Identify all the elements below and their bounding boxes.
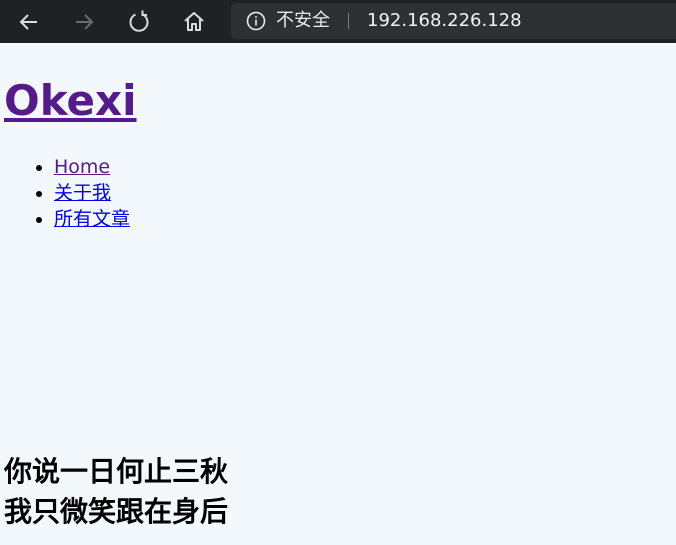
browser-toolbar: 不安全 192.168.226.128 [0, 0, 676, 43]
back-button[interactable] [13, 6, 45, 38]
home-icon [184, 12, 204, 31]
info-circle-icon[interactable] [245, 10, 267, 32]
address-bar[interactable]: 不安全 192.168.226.128 [231, 3, 676, 39]
url-text[interactable]: 192.168.226.128 [367, 11, 522, 31]
nav-link-about[interactable]: 关于我 [54, 182, 111, 204]
refresh-icon [129, 10, 149, 32]
forward-button[interactable] [68, 6, 100, 38]
poem-line: 你说一日何止三秋 [4, 455, 229, 488]
home-button[interactable] [178, 6, 210, 38]
site-title: Okexi [4, 77, 136, 125]
refresh-button[interactable] [123, 6, 155, 38]
poem-line: 我只微笑跟在身后 [4, 495, 229, 528]
arrow-left-icon [19, 14, 37, 30]
omnibox-divider [348, 13, 349, 29]
nav-link-home[interactable]: Home [54, 156, 110, 178]
arrow-right-icon [76, 14, 94, 30]
security-status[interactable]: 不安全 [276, 11, 330, 31]
nav-item-home: Home [54, 154, 130, 180]
nav-item-about: 关于我 [54, 180, 130, 206]
site-title-link[interactable]: Okexi [4, 76, 136, 125]
poem-text: 你说一日何止三秋 我只微笑跟在身后 [4, 452, 228, 532]
main-nav: Home 关于我 所有文章 [0, 154, 130, 232]
nav-item-all-posts: 所有文章 [54, 206, 130, 232]
nav-link-all-posts[interactable]: 所有文章 [54, 208, 130, 230]
